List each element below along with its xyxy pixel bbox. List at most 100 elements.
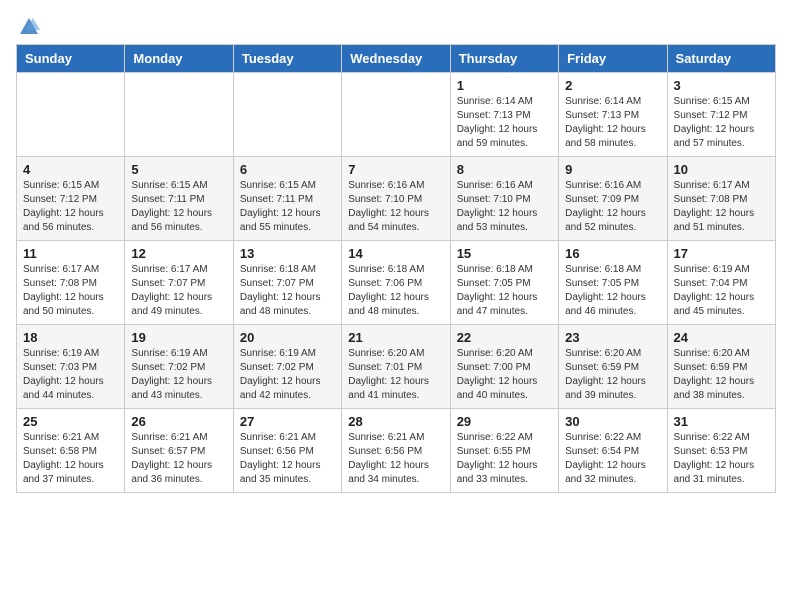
day-info: Sunrise: 6:19 AM Sunset: 7:03 PM Dayligh…: [23, 347, 118, 403]
day-info: Sunrise: 6:18 AM Sunset: 7:07 PM Dayligh…: [240, 263, 335, 319]
day-info: Sunrise: 6:15 AM Sunset: 7:12 PM Dayligh…: [23, 179, 118, 235]
day-info: Sunrise: 6:21 AM Sunset: 6:56 PM Dayligh…: [348, 431, 443, 487]
calendar-cell: 16 Sunrise: 6:18 AM Sunset: 7:05 PM Dayli…: [559, 241, 667, 325]
day-info: Sunrise: 6:22 AM Sunset: 6:55 PM Dayligh…: [457, 431, 552, 487]
logo-icon: [18, 16, 40, 38]
calendar-cell: 31 Sunrise: 6:22 AM Sunset: 6:53 PM Dayli…: [667, 409, 775, 493]
day-number: 17: [674, 246, 769, 261]
calendar-week-1: 4 Sunrise: 6:15 AM Sunset: 7:12 PM Daylig…: [17, 157, 776, 241]
day-info: Sunrise: 6:21 AM Sunset: 6:58 PM Dayligh…: [23, 431, 118, 487]
day-info: Sunrise: 6:15 AM Sunset: 7:11 PM Dayligh…: [240, 179, 335, 235]
day-info: Sunrise: 6:19 AM Sunset: 7:04 PM Dayligh…: [674, 263, 769, 319]
day-info: Sunrise: 6:17 AM Sunset: 7:07 PM Dayligh…: [131, 263, 226, 319]
day-number: 23: [565, 330, 660, 345]
day-info: Sunrise: 6:16 AM Sunset: 7:10 PM Dayligh…: [457, 179, 552, 235]
day-number: 24: [674, 330, 769, 345]
calendar-cell: 22 Sunrise: 6:20 AM Sunset: 7:00 PM Dayli…: [450, 325, 558, 409]
day-number: 25: [23, 414, 118, 429]
day-info: Sunrise: 6:22 AM Sunset: 6:53 PM Dayligh…: [674, 431, 769, 487]
day-info: Sunrise: 6:16 AM Sunset: 7:10 PM Dayligh…: [348, 179, 443, 235]
day-number: 6: [240, 162, 335, 177]
calendar-header-thursday: Thursday: [450, 45, 558, 73]
calendar-body: 1 Sunrise: 6:14 AM Sunset: 7:13 PM Daylig…: [17, 73, 776, 493]
day-number: 4: [23, 162, 118, 177]
calendar-cell: 23 Sunrise: 6:20 AM Sunset: 6:59 PM Dayli…: [559, 325, 667, 409]
calendar-cell: 24 Sunrise: 6:20 AM Sunset: 6:59 PM Dayli…: [667, 325, 775, 409]
calendar-cell: 25 Sunrise: 6:21 AM Sunset: 6:58 PM Dayli…: [17, 409, 125, 493]
day-number: 11: [23, 246, 118, 261]
calendar-header-monday: Monday: [125, 45, 233, 73]
day-info: Sunrise: 6:18 AM Sunset: 7:06 PM Dayligh…: [348, 263, 443, 319]
day-info: Sunrise: 6:20 AM Sunset: 6:59 PM Dayligh…: [565, 347, 660, 403]
day-number: 14: [348, 246, 443, 261]
calendar-header-sunday: Sunday: [17, 45, 125, 73]
calendar: SundayMondayTuesdayWednesdayThursdayFrid…: [16, 44, 776, 493]
day-number: 2: [565, 78, 660, 93]
day-info: Sunrise: 6:21 AM Sunset: 6:57 PM Dayligh…: [131, 431, 226, 487]
calendar-cell: 28Sunrise: 6:21 AM Sunset: 6:56 PM Dayli…: [342, 409, 450, 493]
day-number: 21: [348, 330, 443, 345]
calendar-cell: 13 Sunrise: 6:18 AM Sunset: 7:07 PM Dayli…: [233, 241, 341, 325]
calendar-cell: [125, 73, 233, 157]
day-number: 18: [23, 330, 118, 345]
calendar-cell: [17, 73, 125, 157]
calendar-cell: [342, 73, 450, 157]
day-number: 3: [674, 78, 769, 93]
calendar-cell: 21 Sunrise: 6:20 AM Sunset: 7:01 PM Dayli…: [342, 325, 450, 409]
day-number: 20: [240, 330, 335, 345]
calendar-cell: 26 Sunrise: 6:21 AM Sunset: 6:57 PM Dayli…: [125, 409, 233, 493]
calendar-cell: [233, 73, 341, 157]
day-number: 5: [131, 162, 226, 177]
calendar-cell: 17 Sunrise: 6:19 AM Sunset: 7:04 PM Dayli…: [667, 241, 775, 325]
calendar-cell: 9 Sunrise: 6:16 AM Sunset: 7:09 PM Daylig…: [559, 157, 667, 241]
calendar-header-tuesday: Tuesday: [233, 45, 341, 73]
day-info: Sunrise: 6:20 AM Sunset: 7:01 PM Dayligh…: [348, 347, 443, 403]
day-info: Sunrise: 6:18 AM Sunset: 7:05 PM Dayligh…: [457, 263, 552, 319]
day-number: 9: [565, 162, 660, 177]
calendar-cell: 27 Sunrise: 6:21 AM Sunset: 6:56 PM Dayli…: [233, 409, 341, 493]
calendar-header-friday: Friday: [559, 45, 667, 73]
calendar-cell: 8 Sunrise: 6:16 AM Sunset: 7:10 PM Daylig…: [450, 157, 558, 241]
calendar-header-saturday: Saturday: [667, 45, 775, 73]
calendar-cell: 15 Sunrise: 6:18 AM Sunset: 7:05 PM Dayli…: [450, 241, 558, 325]
day-info: Sunrise: 6:20 AM Sunset: 6:59 PM Dayligh…: [674, 347, 769, 403]
day-number: 10: [674, 162, 769, 177]
day-number: 26: [131, 414, 226, 429]
day-info: Sunrise: 6:19 AM Sunset: 7:02 PM Dayligh…: [240, 347, 335, 403]
calendar-cell: 12Sunrise: 6:17 AM Sunset: 7:07 PM Dayli…: [125, 241, 233, 325]
day-number: 1: [457, 78, 552, 93]
day-number: 31: [674, 414, 769, 429]
calendar-cell: 5 Sunrise: 6:15 AM Sunset: 7:11 PM Daylig…: [125, 157, 233, 241]
day-number: 30: [565, 414, 660, 429]
calendar-cell: 3 Sunrise: 6:15 AM Sunset: 7:12 PM Daylig…: [667, 73, 775, 157]
day-info: Sunrise: 6:16 AM Sunset: 7:09 PM Dayligh…: [565, 179, 660, 235]
calendar-cell: 29Sunrise: 6:22 AM Sunset: 6:55 PM Dayli…: [450, 409, 558, 493]
day-number: 7: [348, 162, 443, 177]
header: [16, 16, 776, 34]
day-number: 8: [457, 162, 552, 177]
day-number: 22: [457, 330, 552, 345]
calendar-cell: 30 Sunrise: 6:22 AM Sunset: 6:54 PM Dayli…: [559, 409, 667, 493]
day-info: Sunrise: 6:17 AM Sunset: 7:08 PM Dayligh…: [674, 179, 769, 235]
day-info: Sunrise: 6:17 AM Sunset: 7:08 PM Dayligh…: [23, 263, 118, 319]
day-number: 13: [240, 246, 335, 261]
day-info: Sunrise: 6:15 AM Sunset: 7:11 PM Dayligh…: [131, 179, 226, 235]
day-number: 15: [457, 246, 552, 261]
day-number: 16: [565, 246, 660, 261]
calendar-week-0: 1 Sunrise: 6:14 AM Sunset: 7:13 PM Daylig…: [17, 73, 776, 157]
calendar-cell: 20 Sunrise: 6:19 AM Sunset: 7:02 PM Dayli…: [233, 325, 341, 409]
day-info: Sunrise: 6:15 AM Sunset: 7:12 PM Dayligh…: [674, 95, 769, 151]
day-number: 19: [131, 330, 226, 345]
logo: [16, 16, 40, 34]
calendar-cell: 19Sunrise: 6:19 AM Sunset: 7:02 PM Dayli…: [125, 325, 233, 409]
day-info: Sunrise: 6:20 AM Sunset: 7:00 PM Dayligh…: [457, 347, 552, 403]
day-info: Sunrise: 6:22 AM Sunset: 6:54 PM Dayligh…: [565, 431, 660, 487]
calendar-cell: 18 Sunrise: 6:19 AM Sunset: 7:03 PM Dayli…: [17, 325, 125, 409]
day-info: Sunrise: 6:14 AM Sunset: 7:13 PM Dayligh…: [457, 95, 552, 151]
day-number: 27: [240, 414, 335, 429]
day-info: Sunrise: 6:14 AM Sunset: 7:13 PM Dayligh…: [565, 95, 660, 151]
day-info: Sunrise: 6:21 AM Sunset: 6:56 PM Dayligh…: [240, 431, 335, 487]
calendar-week-3: 18 Sunrise: 6:19 AM Sunset: 7:03 PM Dayli…: [17, 325, 776, 409]
day-info: Sunrise: 6:18 AM Sunset: 7:05 PM Dayligh…: [565, 263, 660, 319]
calendar-week-4: 25 Sunrise: 6:21 AM Sunset: 6:58 PM Dayli…: [17, 409, 776, 493]
